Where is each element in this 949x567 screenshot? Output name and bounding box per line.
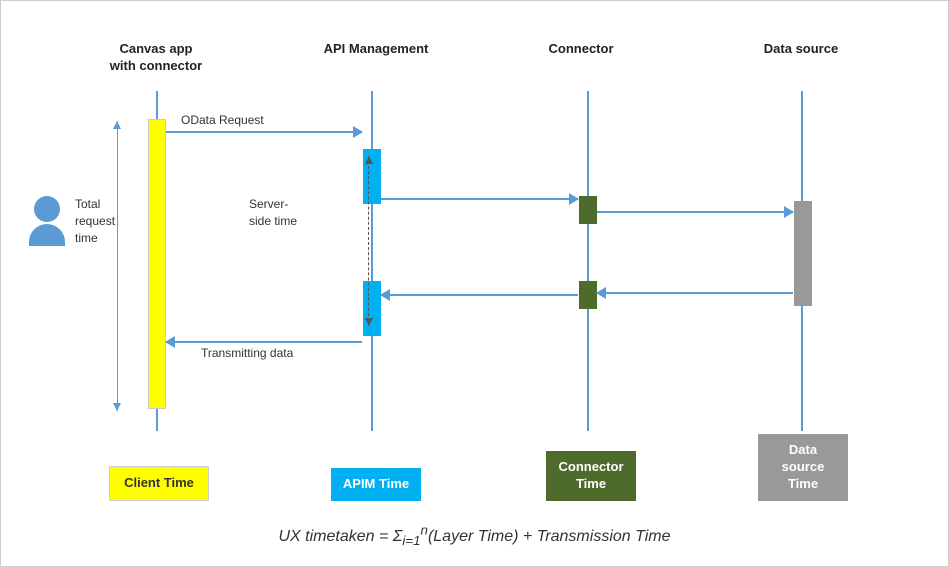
- user-icon: [29, 196, 65, 246]
- lifeline-apim: [371, 91, 373, 431]
- time-box-client: Client Time: [109, 466, 209, 501]
- activation-apim-bottom: [363, 281, 381, 336]
- col-api-mgmt: API Management: [321, 41, 431, 58]
- server-side-time-line: [368, 156, 369, 326]
- col-connector: Connector: [541, 41, 621, 58]
- formula: UX timetaken = Σi=1n(Layer Time) + Trans…: [278, 522, 670, 548]
- arrow-apim-to-connector: [381, 198, 578, 200]
- activation-connector-top: [579, 196, 597, 224]
- col-data-source: Data source: [756, 41, 846, 58]
- activation-connector-bottom: [579, 281, 597, 309]
- diagram-container: Canvas appwith connector API Management …: [0, 0, 949, 567]
- activation-datasource: [794, 201, 812, 306]
- col-canvas-app: Canvas appwith connector: [106, 41, 206, 75]
- arrow-odata-request: [166, 131, 362, 133]
- label-server-side-time: Server-side time: [249, 196, 297, 230]
- total-request-time-line: [117, 121, 118, 411]
- time-box-connector: ConnectorTime: [546, 451, 636, 501]
- arrow-transmitting-data: [166, 341, 362, 343]
- label-transmitting-data: Transmitting data: [201, 346, 293, 360]
- label-odata-request: OData Request: [181, 113, 264, 127]
- activation-canvas: [148, 119, 166, 409]
- time-box-datasource: Data sourceTime: [758, 434, 848, 501]
- lifeline-connector: [587, 91, 589, 431]
- arrow-connector-to-apim: [381, 294, 578, 296]
- time-box-apim: APIM Time: [331, 468, 421, 501]
- label-total-request-time: Totalrequesttime: [75, 196, 115, 246]
- arrow-datasource-to-connector: [597, 292, 793, 294]
- arrow-connector-to-datasource: [597, 211, 793, 213]
